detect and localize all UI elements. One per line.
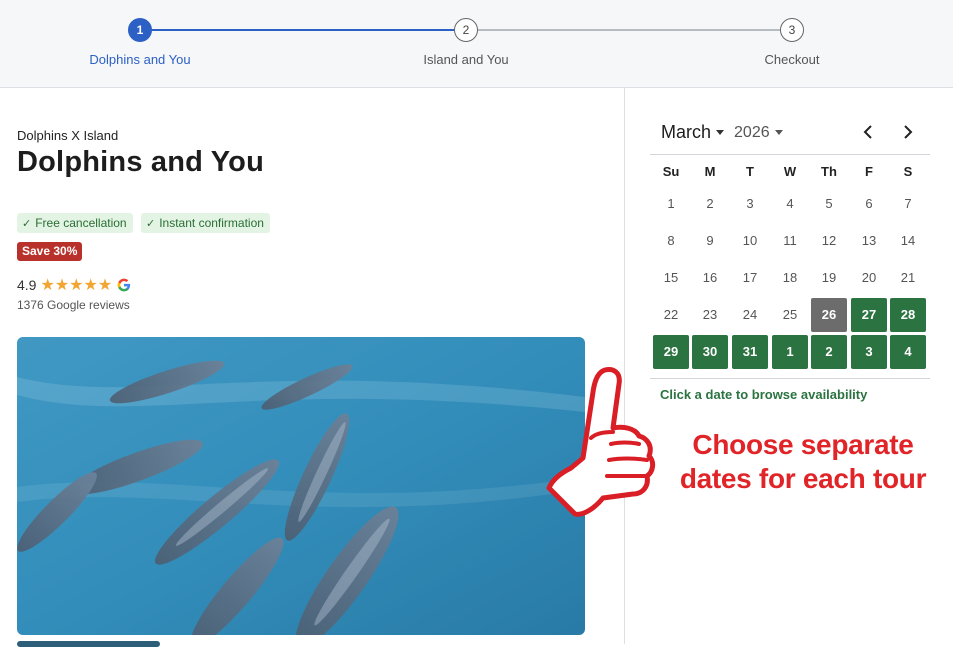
rating-value: 4.9 [17,277,37,293]
weekday-header: W [783,164,797,179]
calendar-day: 4 [786,196,794,211]
calendar-day: 5 [825,196,833,211]
pointing-hand-icon [546,367,656,517]
rating-row: 4.9 ★★★★★ [17,275,131,295]
calendar-divider [650,378,930,379]
weekday-header: Th [821,164,837,179]
calendar-day: 10 [742,233,758,248]
calendar-day: 18 [782,270,798,285]
calendar-day: 23 [702,307,718,322]
chevron-down-icon [774,130,783,135]
google-icon [117,278,131,292]
step-number: 3 [780,18,804,42]
calendar-day: 3 [746,196,754,211]
weekday-header: T [746,164,754,179]
calendar-day-available[interactable]: 28 [890,298,926,332]
chevron-left-icon [863,125,872,139]
calendar-day-available[interactable]: 30 [692,335,728,369]
check-icon: ✓ [22,218,32,230]
month-select[interactable]: March [661,122,725,143]
calendar-day: 7 [904,196,912,211]
stepper-remaining-line [466,29,792,31]
calendar-day-available[interactable]: 31 [732,335,768,369]
next-month-button[interactable] [898,122,918,146]
calendar-day: 20 [861,270,877,285]
check-icon: ✓ [146,218,156,230]
tour-title: Dolphins and You [17,146,265,178]
stepper-progress-line [140,29,466,31]
tour-breadcrumb: Dolphins X Island [17,128,119,143]
calendar-day: 1 [667,196,675,211]
calendar-header: March 2026 [661,122,783,143]
google-reviews-count[interactable]: 1376 Google reviews [17,298,130,312]
calendar-hint: Click a date to browse availability [660,387,868,402]
calendar-day: 2 [706,196,714,211]
dolphins-photo-art [17,337,585,635]
annotation-text: Choose separate dates for each tour [679,429,927,494]
prev-month-button[interactable] [858,122,878,146]
calendar-day-available[interactable]: 4 [890,335,926,369]
calendar-day: 21 [900,270,916,285]
photo-gallery-button[interactable] [17,641,160,647]
calendar-day: 11 [783,233,797,248]
calendar-day-available[interactable]: 1 [772,335,808,369]
calendar-day: 17 [742,270,758,285]
year-select[interactable]: 2026 [734,124,783,142]
calendar-day: 16 [702,270,718,285]
checkout-stepper: 1 Dolphins and You 2 Island and You 3 Ch… [0,0,953,88]
calendar-day-available[interactable]: 3 [851,335,887,369]
save-badge: Save 30% [17,242,83,261]
calendar-day: 13 [861,233,877,248]
calendar-day: 9 [706,233,714,248]
calendar-day: 19 [821,270,837,285]
instant-confirmation-tag: ✓ Instant confirmation [141,213,270,233]
step-label: Island and You [423,52,509,67]
calendar-day: 25 [782,307,798,322]
calendar-day-selected[interactable]: 26 [811,298,847,332]
calendar-day: 6 [865,196,873,211]
weekday-header: F [865,164,873,179]
star-rating-icons: ★★★★★ [40,277,113,294]
calendar-day: 8 [667,233,675,248]
weekday-header: S [903,164,913,179]
calendar-day: 22 [663,307,679,322]
calendar-day: 24 [742,307,758,322]
free-cancellation-tag: ✓ Free cancellation [17,213,133,233]
weekday-header: Su [662,164,680,179]
calendar-divider [650,154,930,155]
step-label: Checkout [764,52,820,67]
weekday-header: M [704,164,716,179]
calendar-day-available[interactable]: 2 [811,335,847,369]
chevron-down-icon [716,130,725,135]
chevron-right-icon [904,125,913,139]
calendar-day: 15 [663,270,679,285]
calendar-day-available[interactable]: 27 [851,298,887,332]
dolphins-photo[interactable] [17,337,585,635]
calendar-day: 12 [821,233,837,248]
step-label: Dolphins and You [89,52,191,67]
step-number: 1 [128,18,152,42]
step-number: 2 [454,18,478,42]
calendar-day: 14 [900,233,916,248]
